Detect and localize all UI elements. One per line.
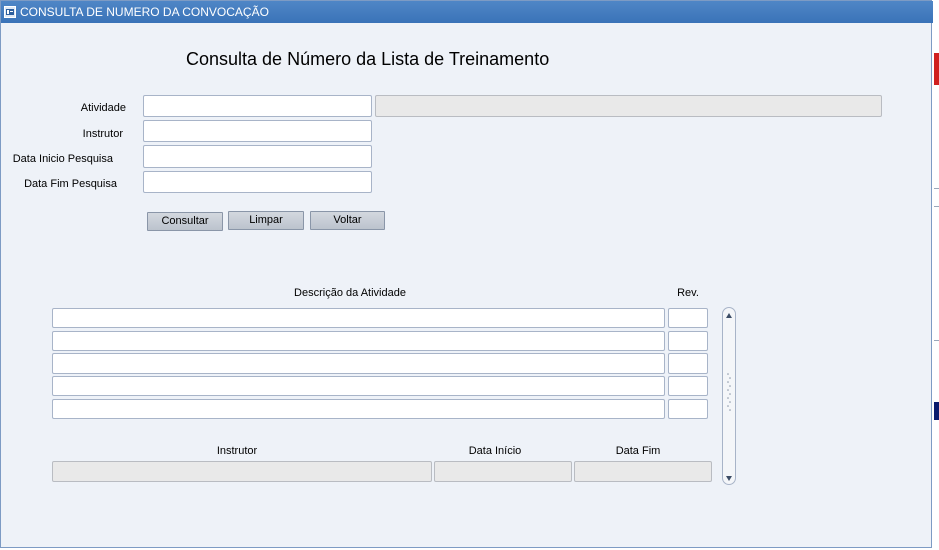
result-descricao-cell[interactable] <box>52 399 665 419</box>
consultar-button[interactable]: Consultar <box>147 212 223 231</box>
page-title: Consulta de Número da Lista de Treinamen… <box>186 49 550 69</box>
scroll-grip-icon[interactable] <box>726 372 732 414</box>
result-rev-cell[interactable] <box>668 353 708 374</box>
result-rev-cell[interactable] <box>668 331 708 351</box>
data-fim-input[interactable] <box>143 171 372 193</box>
background-window-divider <box>934 188 939 189</box>
app-window-icon <box>4 6 16 18</box>
voltar-button[interactable]: Voltar <box>310 211 385 230</box>
data-inicio-input[interactable] <box>143 145 372 168</box>
scroll-up-icon[interactable] <box>725 311 733 319</box>
detail-instrutor-field <box>52 461 432 482</box>
atividade-label: Atividade <box>80 102 126 114</box>
result-descricao-cell[interactable] <box>52 331 665 351</box>
scroll-down-icon[interactable] <box>725 473 733 481</box>
detail-data-inicio-header: Data Início <box>468 445 522 457</box>
background-window-divider <box>934 206 939 207</box>
instrutor-label: Instrutor <box>82 128 123 140</box>
atividade-input[interactable] <box>143 95 372 117</box>
result-rev-cell[interactable] <box>668 308 708 328</box>
title-bar: CONSULTA DE NUMERO DA CONVOCAÇÃO <box>1 1 933 23</box>
rev-column-header: Rev. <box>677 287 699 299</box>
main-window: CONSULTA DE NUMERO DA CONVOCAÇÃO Consult… <box>0 0 933 548</box>
limpar-button[interactable]: Limpar <box>228 211 304 230</box>
result-descricao-cell[interactable] <box>52 308 665 328</box>
result-descricao-cell[interactable] <box>52 376 665 396</box>
data-inicio-label: Data Inicio Pesquisa <box>12 153 113 165</box>
detail-data-fim-header: Data Fim <box>615 445 661 457</box>
window-title: CONSULTA DE NUMERO DA CONVOCAÇÃO <box>20 5 269 19</box>
detail-instrutor-header: Instrutor <box>216 445 258 457</box>
results-scrollbar[interactable] <box>722 307 736 485</box>
atividade-description-field <box>375 95 882 117</box>
result-rev-cell[interactable] <box>668 399 708 419</box>
data-fim-label: Data Fim Pesquisa <box>24 178 117 190</box>
result-descricao-cell[interactable] <box>52 353 665 374</box>
descricao-column-header: Descrição da Atividade <box>294 287 406 299</box>
instrutor-input[interactable] <box>143 120 372 142</box>
result-rev-cell[interactable] <box>668 376 708 396</box>
detail-data-fim-field <box>574 461 712 482</box>
background-window-divider <box>934 340 939 341</box>
background-window-selection <box>934 402 939 420</box>
detail-data-inicio-field <box>434 461 572 482</box>
background-window-red-marker <box>934 53 939 85</box>
